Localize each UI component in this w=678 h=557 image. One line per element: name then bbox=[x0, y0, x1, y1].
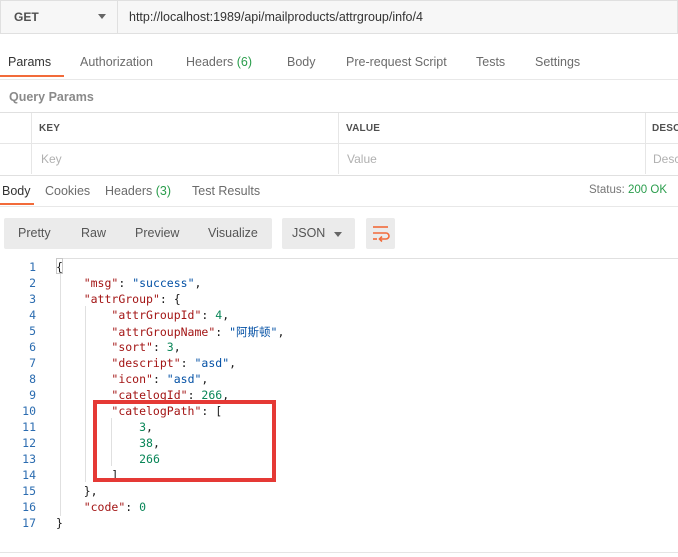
line-number: 16 bbox=[22, 500, 36, 514]
format-type-select[interactable]: JSON bbox=[282, 218, 355, 249]
url-input[interactable]: http://localhost:1989/api/mailproducts/a… bbox=[118, 0, 678, 34]
tab-headers-label: Headers bbox=[186, 55, 234, 69]
headers-count-badge: (6) bbox=[236, 55, 253, 69]
table-column-divider bbox=[338, 113, 339, 174]
code-line: "msg": "success", bbox=[83, 276, 202, 290]
format-raw[interactable]: Raw bbox=[81, 226, 106, 240]
tab-settings[interactable]: Settings bbox=[535, 55, 580, 69]
code-line: "descript": "asd", bbox=[111, 356, 237, 370]
code-line: "attrGroupId": 4, bbox=[111, 308, 230, 322]
chevron-down-icon bbox=[334, 232, 342, 237]
response-tab-headers[interactable]: Headers (3) bbox=[105, 184, 171, 198]
line-number: 17 bbox=[22, 516, 36, 530]
status-value: 200 OK bbox=[628, 184, 668, 196]
code-line: "code": 0 bbox=[83, 500, 147, 514]
tab-headers[interactable]: Headers (6) bbox=[186, 55, 252, 69]
response-tab-test-results[interactable]: Test Results bbox=[192, 184, 260, 198]
response-tab-body[interactable]: Body bbox=[2, 184, 31, 198]
divider bbox=[0, 552, 678, 553]
divider bbox=[0, 206, 678, 207]
format-type-label: JSON bbox=[292, 226, 326, 240]
tab-params[interactable]: Params bbox=[8, 55, 51, 69]
line-number: 9 bbox=[29, 388, 36, 402]
column-header-key: KEY bbox=[39, 123, 61, 134]
response-headers-count-badge: (3) bbox=[155, 184, 172, 198]
line-number: 2 bbox=[29, 276, 36, 290]
active-tab-indicator bbox=[0, 75, 64, 77]
table-column-divider bbox=[645, 113, 646, 174]
code-line: "attrGroupName": "阿斯顿", bbox=[111, 325, 285, 339]
tab-pre-request-script[interactable]: Pre-request Script bbox=[346, 55, 447, 69]
tab-authorization[interactable]: Authorization bbox=[80, 55, 153, 69]
line-number: 12 bbox=[22, 436, 36, 450]
status-label: Status: bbox=[589, 184, 625, 196]
line-number: 1 bbox=[29, 260, 36, 274]
format-pretty[interactable]: Pretty bbox=[18, 226, 51, 240]
column-header-description: DESCI bbox=[652, 123, 678, 134]
code-line: "attrGroup": { bbox=[83, 292, 181, 306]
method-label: GET bbox=[14, 10, 39, 24]
line-number: 10 bbox=[22, 404, 36, 418]
code-line: }, bbox=[56, 484, 98, 498]
value-input[interactable]: Value bbox=[347, 152, 377, 166]
wrap-lines-button[interactable] bbox=[366, 218, 395, 249]
query-params-table bbox=[0, 112, 678, 176]
code-line: } bbox=[56, 516, 63, 530]
annotation-highlight-box bbox=[93, 400, 276, 482]
response-tab-headers-label: Headers bbox=[105, 184, 153, 198]
query-params-title: Query Params bbox=[9, 90, 94, 104]
chevron-down-icon[interactable] bbox=[98, 14, 106, 19]
key-input[interactable]: Key bbox=[41, 152, 62, 166]
response-tab-cookies[interactable]: Cookies bbox=[45, 184, 90, 198]
line-number: 15 bbox=[22, 484, 36, 498]
active-tab-indicator bbox=[0, 203, 34, 205]
tab-body[interactable]: Body bbox=[287, 55, 316, 69]
line-number: 14 bbox=[22, 468, 36, 482]
line-number: 6 bbox=[29, 340, 36, 354]
url-text: http://localhost:1989/api/mailproducts/a… bbox=[129, 10, 423, 24]
wrap-lines-icon bbox=[373, 226, 390, 243]
code-line: "sort": 3, bbox=[111, 340, 181, 354]
code-line: "icon": "asd", bbox=[111, 372, 209, 386]
code-line: { bbox=[56, 260, 63, 274]
line-number: 11 bbox=[22, 420, 36, 434]
line-number: 8 bbox=[29, 372, 36, 386]
editor-top-border bbox=[56, 258, 678, 259]
format-visualize[interactable]: Visualize bbox=[208, 226, 258, 240]
line-number: 5 bbox=[29, 324, 36, 338]
divider bbox=[0, 79, 678, 80]
status-indicator: Status: 200 OK bbox=[589, 184, 667, 196]
line-number: 7 bbox=[29, 356, 36, 370]
line-number: 13 bbox=[22, 452, 36, 466]
column-header-value: VALUE bbox=[346, 123, 381, 134]
tab-tests[interactable]: Tests bbox=[476, 55, 505, 69]
description-input[interactable]: Desc bbox=[653, 152, 678, 166]
format-preview[interactable]: Preview bbox=[135, 226, 179, 240]
method-select[interactable]: GET bbox=[0, 0, 118, 34]
line-number: 3 bbox=[29, 292, 36, 306]
line-number: 4 bbox=[29, 308, 36, 322]
table-divider bbox=[0, 143, 678, 144]
table-column-divider bbox=[31, 113, 32, 174]
